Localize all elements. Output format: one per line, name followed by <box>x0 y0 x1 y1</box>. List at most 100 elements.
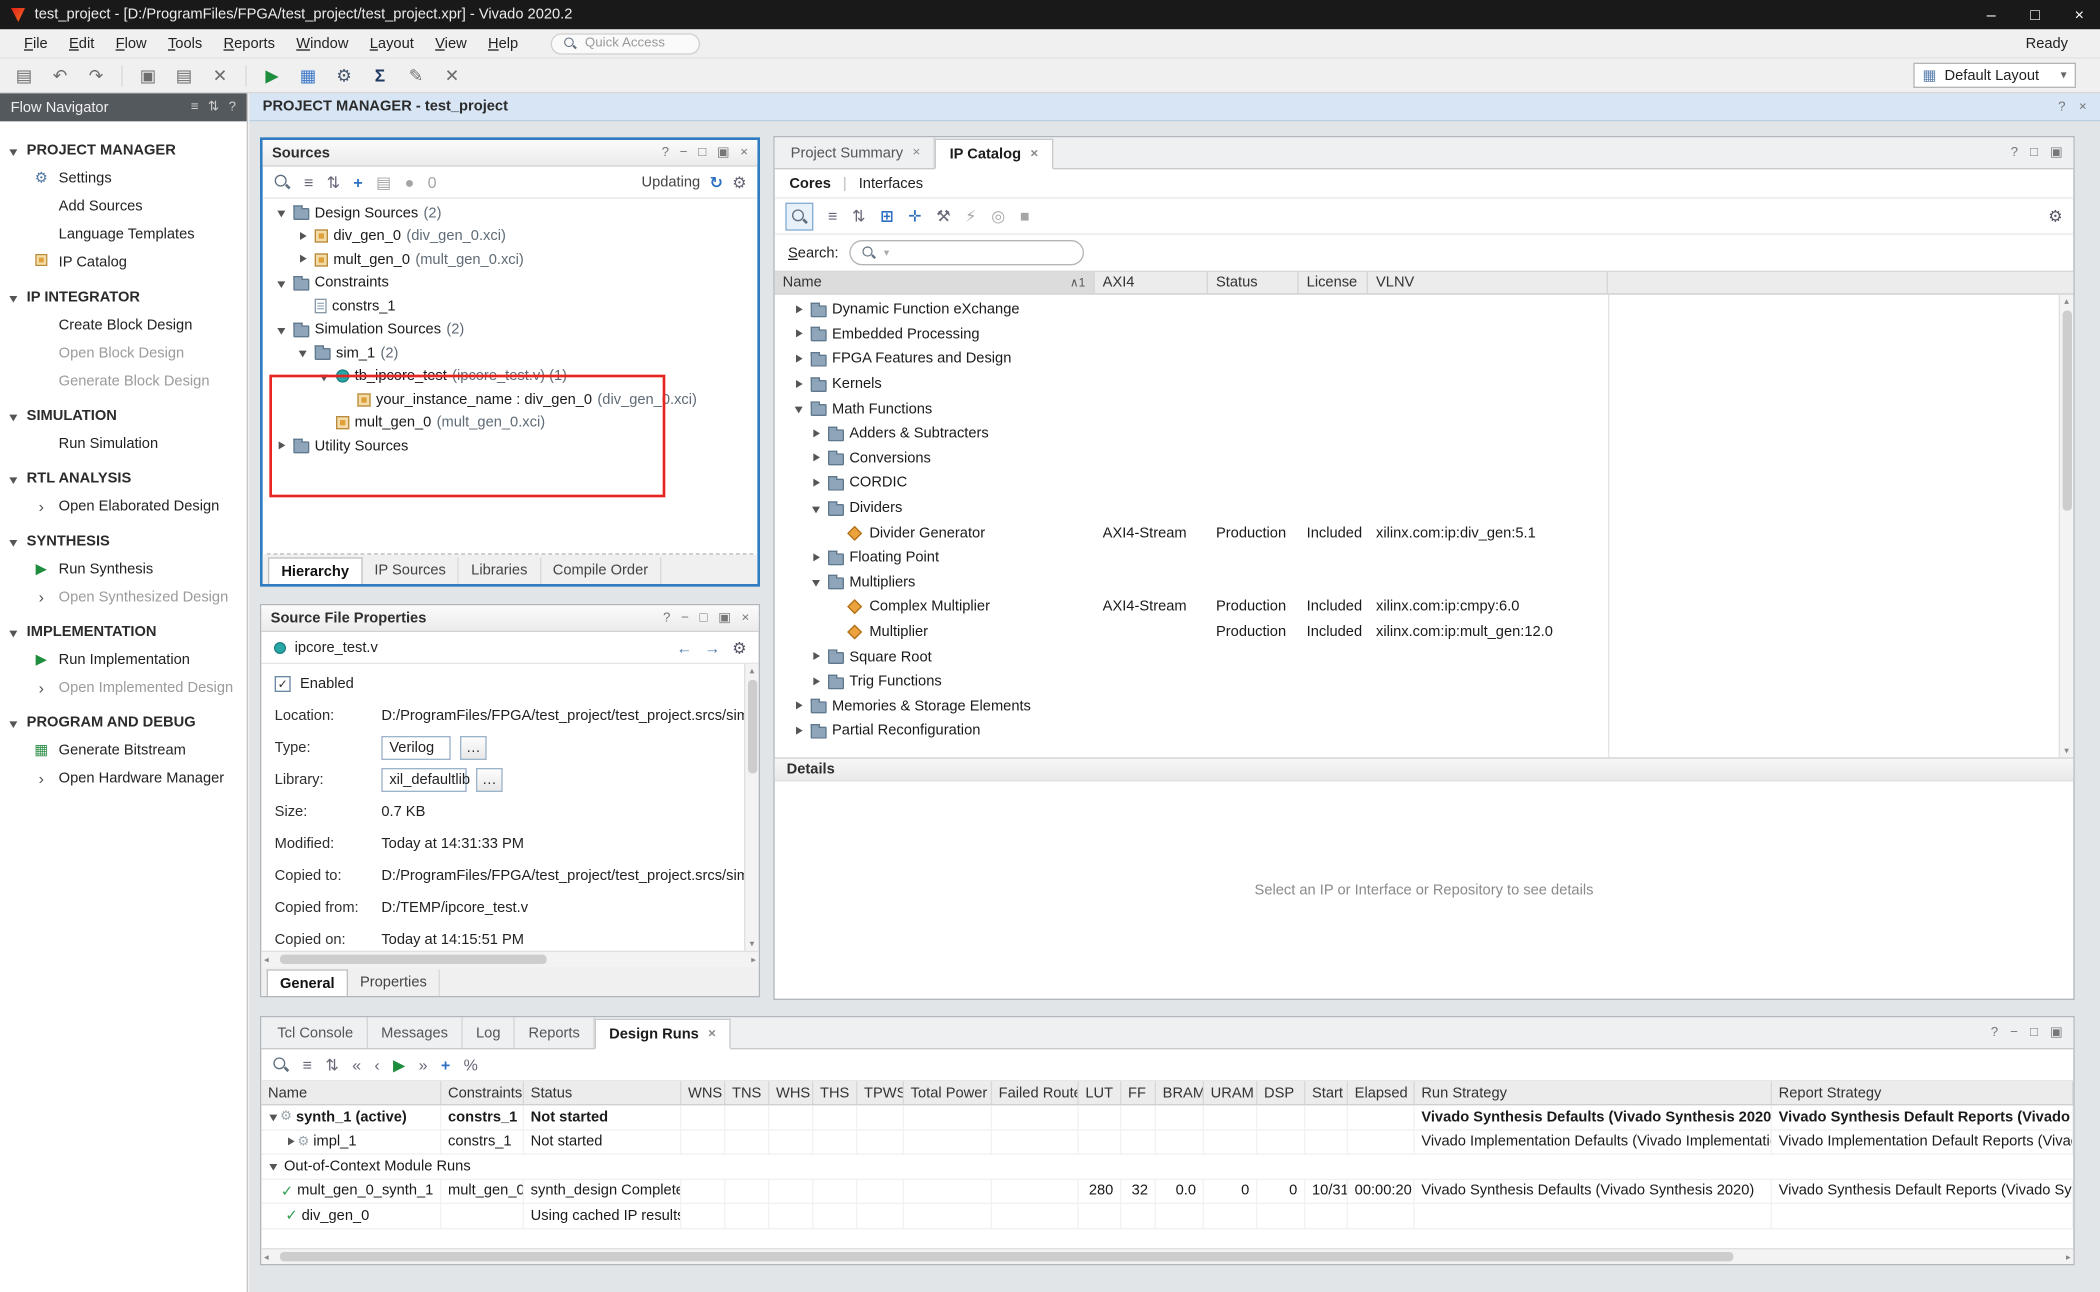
column-header[interactable]: Total Power <box>904 1081 992 1104</box>
flownav-item-language-templates[interactable]: Language Templates <box>0 220 247 248</box>
help-icon[interactable]: ? <box>2058 99 2065 114</box>
menu-edit[interactable]: Edit <box>58 35 105 51</box>
menu-flow[interactable]: Flow <box>105 35 157 51</box>
ipc-row-square-root[interactable]: Square Root <box>775 644 2074 669</box>
menu-tools[interactable]: Tools <box>157 35 213 51</box>
tree-row-constrs-1[interactable]: constrs_1 <box>263 295 758 318</box>
ipc-row-multipliers[interactable]: Multipliers <box>775 570 2074 595</box>
flownav-item-settings[interactable]: ⚙Settings <box>0 164 247 192</box>
library-input[interactable]: xil_defaultlib <box>381 768 466 792</box>
tree-row-design-sources[interactable]: Design Sources(2) <box>263 201 758 224</box>
vertical-scrollbar[interactable]: ▴ ▾ <box>744 664 759 951</box>
expander-icon[interactable] <box>285 1136 297 1148</box>
expander-icon[interactable] <box>811 502 823 514</box>
tab-ip-catalog[interactable]: IP Catalog × <box>935 139 1053 170</box>
tree-row-div-gen-0[interactable]: div_gen_0(div_gen_0.xci) <box>263 225 758 248</box>
expander-icon[interactable] <box>811 452 823 464</box>
type-input[interactable]: Verilog <box>381 736 450 760</box>
tree-row-constraints[interactable]: Constraints <box>263 271 758 294</box>
float-icon[interactable]: □ <box>2030 1025 2038 1040</box>
browse-button[interactable]: … <box>460 736 487 760</box>
window-minimize-button[interactable]: – <box>1987 5 1996 24</box>
expander-icon[interactable] <box>811 651 823 663</box>
run-row-synth-1[interactable]: ⚙synth_1 (active) constrs_1 Not started … <box>261 1105 2073 1130</box>
collapse-all-icon[interactable]: ≡ <box>828 207 837 226</box>
column-header[interactable]: Status <box>524 1081 681 1104</box>
column-header-license[interactable]: License <box>1299 272 1368 293</box>
ipc-row-trig-functions[interactable]: Trig Functions <box>775 669 2074 694</box>
close-icon[interactable]: × <box>740 145 748 160</box>
scroll-left-icon[interactable]: ◂ <box>264 1251 269 1262</box>
flownav-item-open-elaborated-design[interactable]: ›Open Elaborated Design <box>0 492 247 520</box>
tab-properties[interactable]: Properties <box>348 969 440 996</box>
scrollbar-thumb[interactable] <box>280 1252 1733 1261</box>
ipc-row-kernels[interactable]: Kernels <box>775 372 2074 397</box>
prev-icon[interactable]: ‹ <box>374 1055 379 1074</box>
expand-all-icon[interactable]: ⇅ <box>325 1055 338 1074</box>
column-header[interactable]: TPWS <box>857 1081 904 1104</box>
scroll-down-icon[interactable]: ▾ <box>2064 745 2069 756</box>
menu-view[interactable]: View <box>424 35 477 51</box>
flownav-item-open-synthesized-design[interactable]: ›Open Synthesized Design <box>0 583 247 611</box>
open-file-icon[interactable]: ▤ <box>13 65 34 86</box>
enabled-checkbox[interactable]: ✓ <box>275 676 291 692</box>
play-icon[interactable]: ▶ <box>393 1055 405 1074</box>
ipc-row-floating-point[interactable]: Floating Point <box>775 545 2074 570</box>
column-header[interactable]: WNS <box>681 1081 725 1104</box>
tab-project-summary[interactable]: Project Summary × <box>777 137 935 168</box>
maximize-icon[interactable]: ▣ <box>2050 145 2063 160</box>
expander-icon[interactable] <box>793 403 805 415</box>
horizontal-scrollbar[interactable]: ◂ ▸ <box>261 1248 2073 1264</box>
help-icon[interactable]: ? <box>2011 145 2018 160</box>
menu-file[interactable]: File <box>13 35 58 51</box>
flownav-item-ip-catalog[interactable]: IP Catalog <box>0 248 247 276</box>
flownav-item-open-implemented-design[interactable]: ›Open Implemented Design <box>0 673 247 701</box>
flownav-item-open-block-design[interactable]: Open Block Design <box>0 339 247 367</box>
target-icon[interactable]: ◎ <box>991 207 1005 226</box>
undo-icon[interactable]: ↶ <box>49 65 70 86</box>
tree-row-your-instance-name[interactable]: your_instance_name : div_gen_0(div_gen_0… <box>263 388 758 411</box>
flownav-item-generate-block-design[interactable]: Generate Block Design <box>0 367 247 395</box>
add-sources-icon[interactable]: + <box>353 173 362 192</box>
expander-icon[interactable] <box>297 254 309 266</box>
expander-icon[interactable] <box>793 304 805 316</box>
tab-ip-sources[interactable]: IP Sources <box>362 557 459 584</box>
flownav-section-program-and-debug[interactable]: PROGRAM AND DEBUG <box>0 709 247 736</box>
settings-gear-icon[interactable]: ⚙ <box>333 65 354 86</box>
refresh-icon[interactable]: ↻ <box>710 173 723 192</box>
flownav-item-run-synthesis[interactable]: ▶Run Synthesis <box>0 555 247 583</box>
gear-icon[interactable]: ⚙ <box>2048 207 2062 226</box>
expander-icon[interactable] <box>276 277 288 289</box>
maximize-icon[interactable]: ▣ <box>717 145 730 160</box>
toggle-icon[interactable]: ≡ <box>191 100 199 115</box>
column-header[interactable]: URAM <box>1204 1081 1257 1104</box>
run-row-ooc-group[interactable]: Out-of-Context Module Runs <box>261 1155 2073 1180</box>
scroll-up-icon[interactable]: ▴ <box>750 665 755 676</box>
close-icon[interactable]: × <box>708 1027 716 1042</box>
column-header[interactable]: Elapsed <box>1348 1081 1415 1104</box>
flownav-section-ip-integrator[interactable]: IP INTEGRATOR <box>0 284 247 311</box>
tree-row-utility-sources[interactable]: Utility Sources <box>263 435 758 458</box>
tab-tcl-console[interactable]: Tcl Console <box>264 1017 368 1048</box>
help-icon[interactable]: ? <box>1991 1025 1998 1040</box>
tab-libraries[interactable]: Libraries <box>459 557 541 584</box>
redo-icon[interactable]: ↷ <box>85 65 106 86</box>
flownav-section-synthesis[interactable]: SYNTHESIS <box>0 528 247 555</box>
tab-compile-order[interactable]: Compile Order <box>541 557 662 584</box>
column-header[interactable]: FF <box>1121 1081 1156 1104</box>
scroll-left-icon[interactable]: ◂ <box>264 954 269 965</box>
expander-icon[interactable] <box>276 324 288 336</box>
column-header-vlnv[interactable]: VLNV <box>1368 272 1608 293</box>
gear-icon[interactable]: ⚙ <box>732 638 746 657</box>
ipc-row-fpga-features[interactable]: FPGA Features and Design <box>775 347 2074 372</box>
column-header[interactable]: DSP <box>1257 1081 1305 1104</box>
flownav-item-generate-bitstream[interactable]: ▦Generate Bitstream <box>0 736 247 764</box>
browse-button[interactable]: … <box>476 768 503 792</box>
expander-icon[interactable] <box>276 440 288 452</box>
quick-access-search[interactable]: Quick Access <box>550 33 699 54</box>
minimize-icon[interactable]: − <box>680 145 688 160</box>
expand-icon[interactable]: ⇅ <box>208 100 219 115</box>
layout-selector[interactable]: ▦ Default Layout ▾ <box>1913 63 2076 88</box>
column-header[interactable]: Start <box>1305 1081 1348 1104</box>
last-icon[interactable]: » <box>419 1055 428 1074</box>
